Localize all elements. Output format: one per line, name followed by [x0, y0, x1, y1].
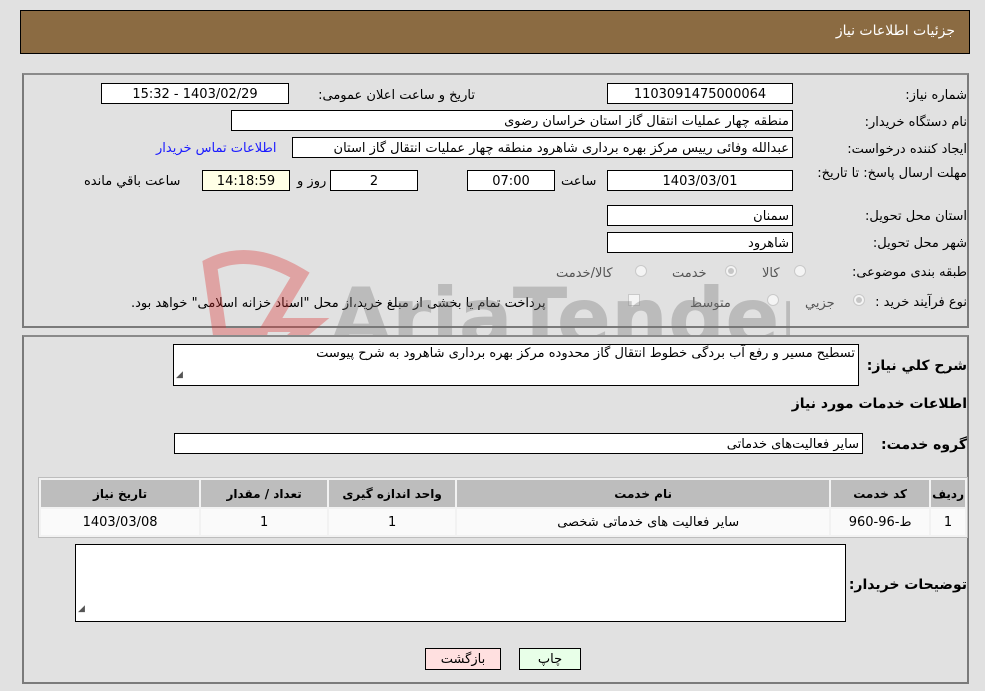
category-option-goods: کالا	[762, 266, 780, 281]
announce-datetime-field: 1403/02/29 - 15:32	[101, 83, 289, 104]
service-group-field: سایر فعالیت‌های خدماتی	[174, 433, 863, 454]
requester-label: ایجاد کننده درخواست:	[847, 142, 967, 157]
back-button[interactable]: بازگشت	[425, 648, 501, 670]
cell-need-date: 1403/03/08	[41, 509, 200, 535]
remaining-time-field: 14:18:59	[202, 170, 290, 191]
treasury-checkbox[interactable]	[628, 294, 640, 306]
col-header-unit: واحد اندازه گیری	[329, 480, 456, 507]
purchase-type-label: نوع فرآیند خرید :	[875, 295, 967, 310]
category-radio-goods[interactable]	[794, 265, 806, 277]
table-header-row: ردیف کد خدمت نام خدمت واحد اندازه گیری ت…	[41, 480, 965, 507]
deadline-time-field: 07:00	[467, 170, 555, 191]
cell-row-num: 1	[931, 509, 965, 535]
col-header-row-num: ردیف	[931, 480, 965, 507]
description-field[interactable]: تسطیح مسیر و رفع آب بردگی خطوط انتقال گا…	[173, 344, 859, 386]
category-option-service: خدمت	[672, 266, 707, 281]
purchase-type-radio-minor[interactable]	[853, 294, 865, 306]
table-row: 1 ط-96-960 سایر فعالیت های خدماتی شخصی 1…	[41, 509, 965, 535]
col-header-need-date: تاریخ نیاز	[41, 480, 200, 507]
deadline-date-field: 1403/03/01	[607, 170, 793, 191]
purchase-type-radio-medium[interactable]	[767, 294, 779, 306]
col-header-service-name: نام خدمت	[457, 480, 830, 507]
services-section-title: اطلاعات خدمات مورد نیاز	[791, 396, 967, 412]
resize-grip-icon[interactable]: ◢	[78, 599, 85, 620]
description-text: تسطیح مسیر و رفع آب بردگی خطوط انتقال گا…	[316, 346, 855, 361]
treasury-note: پرداخت تمام یا بخشی از مبلغ خرید،از محل …	[131, 296, 546, 311]
delivery-city-label: شهر محل تحویل:	[872, 236, 967, 251]
cell-unit: 1	[329, 509, 456, 535]
services-table: ردیف کد خدمت نام خدمت واحد اندازه گیری ت…	[38, 477, 968, 538]
category-label: طبقه بندی موضوعی:	[851, 265, 967, 280]
category-radio-service[interactable]	[725, 265, 737, 277]
purchase-type-option-minor: جزيي	[805, 296, 835, 311]
requester-field: عبدالله وفائی رییس مرکز بهره برداری شاهر…	[292, 137, 793, 158]
days-label: روز و	[297, 174, 327, 189]
buyer-org-label: نام دستگاه خریدار:	[864, 115, 967, 130]
col-header-quantity: تعداد / مقدار	[201, 480, 328, 507]
delivery-province-label: استان محل تحویل:	[865, 209, 967, 224]
print-button[interactable]: چاپ	[519, 648, 581, 670]
need-number-label: شماره نیاز:	[905, 88, 967, 103]
delivery-city-field: شاهرود	[607, 232, 793, 253]
purchase-type-option-medium: متوسط	[690, 296, 731, 311]
cell-service-code: ط-96-960	[831, 509, 930, 535]
service-group-label: گروه خدمت:	[881, 437, 967, 453]
page-title: جزئیات اطلاعات نیاز	[835, 23, 955, 39]
resize-grip-icon[interactable]: ◢	[176, 366, 183, 384]
announce-datetime-label: تاریخ و ساعت اعلان عمومی:	[318, 88, 475, 103]
buyer-org-field: منطقه چهار عملیات انتقال گاز استان خراسا…	[231, 110, 793, 131]
page-header: جزئیات اطلاعات نیاز	[20, 10, 970, 54]
need-number-field: 1103091475000064	[607, 83, 793, 104]
cell-service-name: سایر فعالیت های خدماتی شخصی	[457, 509, 830, 535]
buyer-contact-link[interactable]: اطلاعات تماس خریدار	[156, 141, 276, 156]
remaining-time-label: ساعت باقي مانده	[84, 174, 181, 189]
remaining-days-field: 2	[330, 170, 418, 191]
deadline-time-label: ساعت	[561, 174, 597, 189]
category-radio-goods-service[interactable]	[635, 265, 647, 277]
cell-quantity: 1	[201, 509, 328, 535]
delivery-province-field: سمنان	[607, 205, 793, 226]
buyer-notes-field[interactable]: ◢	[75, 544, 846, 622]
deadline-label: مهلت ارسال پاسخ: تا تاریخ:	[817, 166, 967, 181]
description-label: شرح كلي نياز:	[866, 358, 967, 374]
category-option-goods-service: کالا/خدمت	[556, 266, 613, 281]
col-header-service-code: کد خدمت	[831, 480, 930, 507]
buyer-notes-label: توضیحات خریدار:	[848, 577, 967, 593]
